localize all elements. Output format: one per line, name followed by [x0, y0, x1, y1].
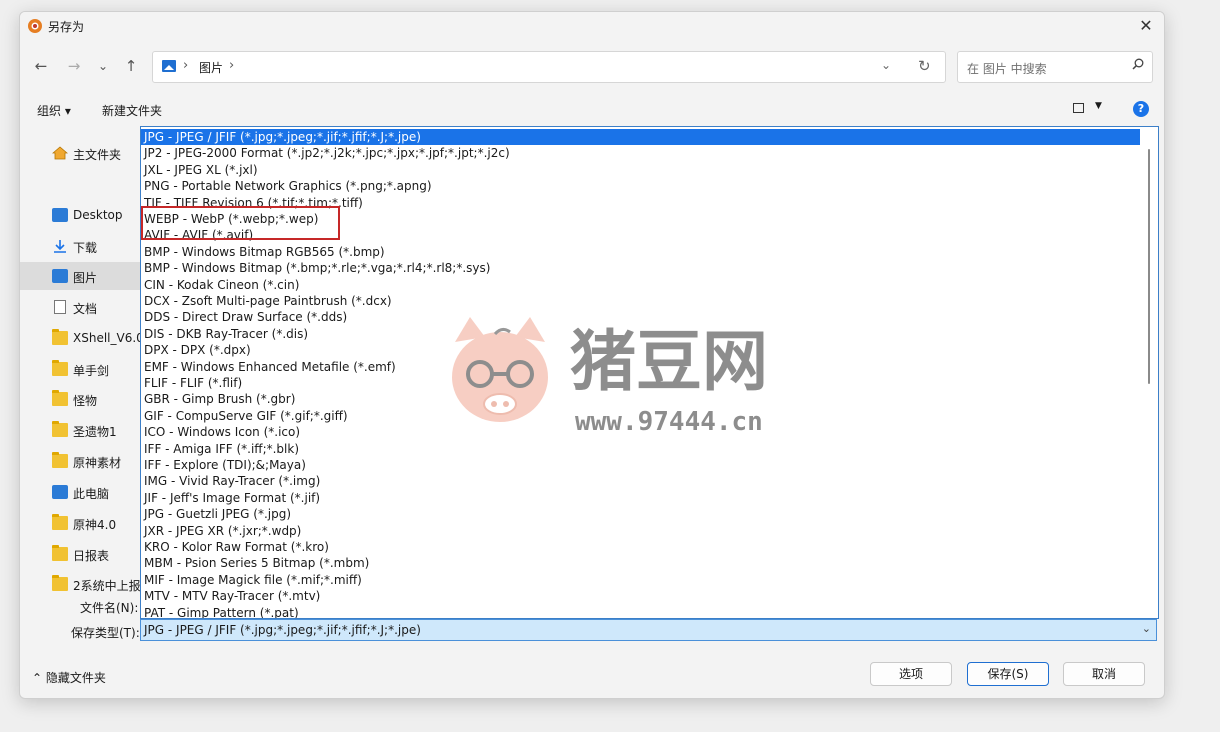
forward-button[interactable]: →	[65, 57, 83, 75]
filetype-option[interactable]: JXL - JPEG XL (*.jxl)	[141, 162, 1140, 178]
refresh-icon[interactable]: ↻	[918, 57, 931, 75]
hide-folders-label: 隐藏文件夹	[45, 671, 106, 685]
sidebar-item-folder[interactable]: 原神4.0	[20, 509, 140, 537]
close-button[interactable]: ✕	[1128, 12, 1164, 40]
up-button[interactable]: ↑	[122, 57, 140, 75]
folder-icon	[52, 329, 68, 345]
folder-icon	[52, 452, 68, 468]
sidebar-item-home[interactable]: 主文件夹	[20, 139, 140, 167]
sidebar-item-folder[interactable]: 日报表	[20, 540, 140, 568]
search-icon[interactable]	[1132, 58, 1144, 70]
view-icon[interactable]	[1073, 103, 1084, 113]
chevron-right-icon: ›	[183, 58, 189, 73]
search-placeholder: 在 图片 中搜索	[967, 62, 1047, 76]
folder-icon	[52, 360, 68, 376]
filetype-option[interactable]: KRO - Kolor Raw Format (*.kro)	[141, 539, 1140, 555]
sidebar-item-folder[interactable]: 怪物	[20, 385, 140, 413]
filetype-label: 保存类型(T):	[71, 626, 140, 640]
filetype-option[interactable]: BMP - Windows Bitmap (*.bmp;*.rle;*.vga;…	[141, 260, 1140, 276]
filetype-option[interactable]: PAT - Gimp Pattern (*.pat)	[141, 605, 1140, 618]
filetype-value: JPG - JPEG / JFIF (*.jpg;*.jpeg;*.jif;*.…	[144, 623, 421, 637]
organize-menu[interactable]: 组织 ▾	[37, 102, 71, 119]
pictures-icon	[162, 60, 176, 72]
sidebar-item-desktop[interactable]: Desktop	[20, 201, 140, 229]
filetype-option[interactable]: JXR - JPEG XR (*.jxr;*.wdp)	[141, 523, 1140, 539]
hide-folders-toggle[interactable]: ⌃ 隐藏文件夹	[32, 669, 106, 686]
download-icon	[54, 240, 66, 253]
filetype-option[interactable]: JP2 - JPEG-2000 Format (*.jp2;*.j2k;*.jp…	[141, 145, 1140, 161]
options-button[interactable]: 选项	[870, 662, 952, 686]
watermark-logo: 猪豆网 www.97444.cn	[452, 317, 768, 437]
filetype-option[interactable]: CIN - Kodak Cineon (*.cin)	[141, 277, 1140, 293]
navigation-pane: 主文件夹 Desktop 下载 图片 文档 XShell_V6.0. 单手剑 怪…	[20, 124, 148, 594]
desktop-icon	[52, 208, 68, 222]
filetype-option[interactable]: IFF - Amiga IFF (*.iff;*.blk)	[141, 441, 1140, 457]
sidebar-item-folder[interactable]: 原神素材	[20, 447, 140, 475]
pictures-icon	[52, 269, 68, 283]
address-bar[interactable]: › 图片 › ⌄ ↻	[152, 51, 946, 83]
filetype-option[interactable]: DCX - Zsoft Multi-page Paintbrush (*.dcx…	[141, 293, 1140, 309]
command-bar: 组织 ▾ 新建文件夹 ▼ ?	[20, 96, 1164, 124]
filetype-select[interactable]: JPG - JPEG / JFIF (*.jpg;*.jpeg;*.jif;*.…	[140, 619, 1157, 641]
filename-label: 文件名(N):	[80, 601, 139, 615]
title-bar: 另存为 ✕	[20, 12, 1164, 40]
filetype-option[interactable]: MIF - Image Magick file (*.mif;*.miff)	[141, 572, 1140, 588]
filetype-option[interactable]: MTV - MTV Ray-Tracer (*.mtv)	[141, 588, 1140, 604]
filetype-option[interactable]: IMG - Vivid Ray-Tracer (*.img)	[141, 473, 1140, 489]
sidebar-item-this-pc[interactable]: 此电脑	[20, 478, 140, 506]
folder-icon	[52, 545, 68, 561]
computer-icon	[52, 485, 68, 499]
recent-locations-button[interactable]: ⌄	[94, 57, 112, 75]
filetype-option[interactable]: JPG - Guetzli JPEG (*.jpg)	[141, 506, 1140, 522]
address-dropdown-icon[interactable]: ⌄	[881, 58, 891, 72]
filetype-option[interactable]: PNG - Portable Network Graphics (*.png;*…	[141, 178, 1140, 194]
filetype-option[interactable]: JIF - Jeff's Image Format (*.jif)	[141, 490, 1140, 506]
filetype-option[interactable]: JPG - JPEG / JFIF (*.jpg;*.jpeg;*.jif;*.…	[141, 129, 1140, 145]
navigation-bar: ← → ⌄ ↑ › 图片 › ⌄ ↻ 在 图片 中搜索	[20, 48, 1164, 84]
sidebar-item-downloads[interactable]: 下载	[20, 232, 140, 260]
app-icon	[28, 19, 42, 33]
filetype-option[interactable]: BMP - Windows Bitmap RGB565 (*.bmp)	[141, 244, 1140, 260]
watermark-url: www.97444.cn	[575, 407, 763, 437]
sidebar-item-folder[interactable]: 圣遗物1	[20, 416, 140, 444]
watermark-brand: 猪豆网	[570, 323, 768, 400]
cancel-button[interactable]: 取消	[1063, 662, 1145, 686]
sidebar-item-documents[interactable]: 文档	[20, 293, 140, 321]
folder-icon	[52, 421, 68, 437]
save-as-dialog: 另存为 ✕ ← → ⌄ ↑ › 图片 › ⌄ ↻ 在 图片 中搜索 组织 ▾ 新…	[19, 11, 1165, 699]
breadcrumb-pictures[interactable]: 图片	[199, 59, 223, 76]
save-button[interactable]: 保存(S)	[967, 662, 1049, 686]
search-box[interactable]: 在 图片 中搜索	[957, 51, 1153, 83]
filetype-option[interactable]: MBM - Psion Series 5 Bitmap (*.mbm)	[141, 555, 1140, 571]
sidebar-item-folder[interactable]: 单手剑	[20, 355, 140, 383]
help-icon[interactable]: ?	[1133, 101, 1149, 117]
window-title: 另存为	[48, 20, 85, 34]
folder-icon	[52, 514, 68, 530]
sidebar-item-folder[interactable]: XShell_V6.0.	[20, 324, 148, 352]
chevron-down-icon: ⌄	[1141, 622, 1151, 635]
home-icon	[52, 146, 68, 160]
folder-icon	[52, 390, 68, 406]
documents-icon	[54, 300, 66, 314]
sidebar-item-pictures[interactable]: 图片	[20, 262, 140, 290]
filetype-option[interactable]: IFF - Explore (TDI);&;Maya)	[141, 457, 1140, 473]
scrollbar[interactable]	[1148, 149, 1150, 384]
dialog-footer: ⌃ 隐藏文件夹 选项 保存(S) 取消	[20, 650, 1164, 698]
highlight-box	[141, 206, 340, 240]
chevron-right-icon[interactable]: ›	[229, 58, 234, 73]
view-dropdown-icon[interactable]: ▼	[1095, 101, 1102, 111]
back-button[interactable]: ←	[32, 57, 50, 75]
folder-icon	[52, 575, 68, 591]
chevron-up-icon: ⌃	[32, 671, 43, 685]
new-folder-button[interactable]: 新建文件夹	[102, 102, 162, 119]
